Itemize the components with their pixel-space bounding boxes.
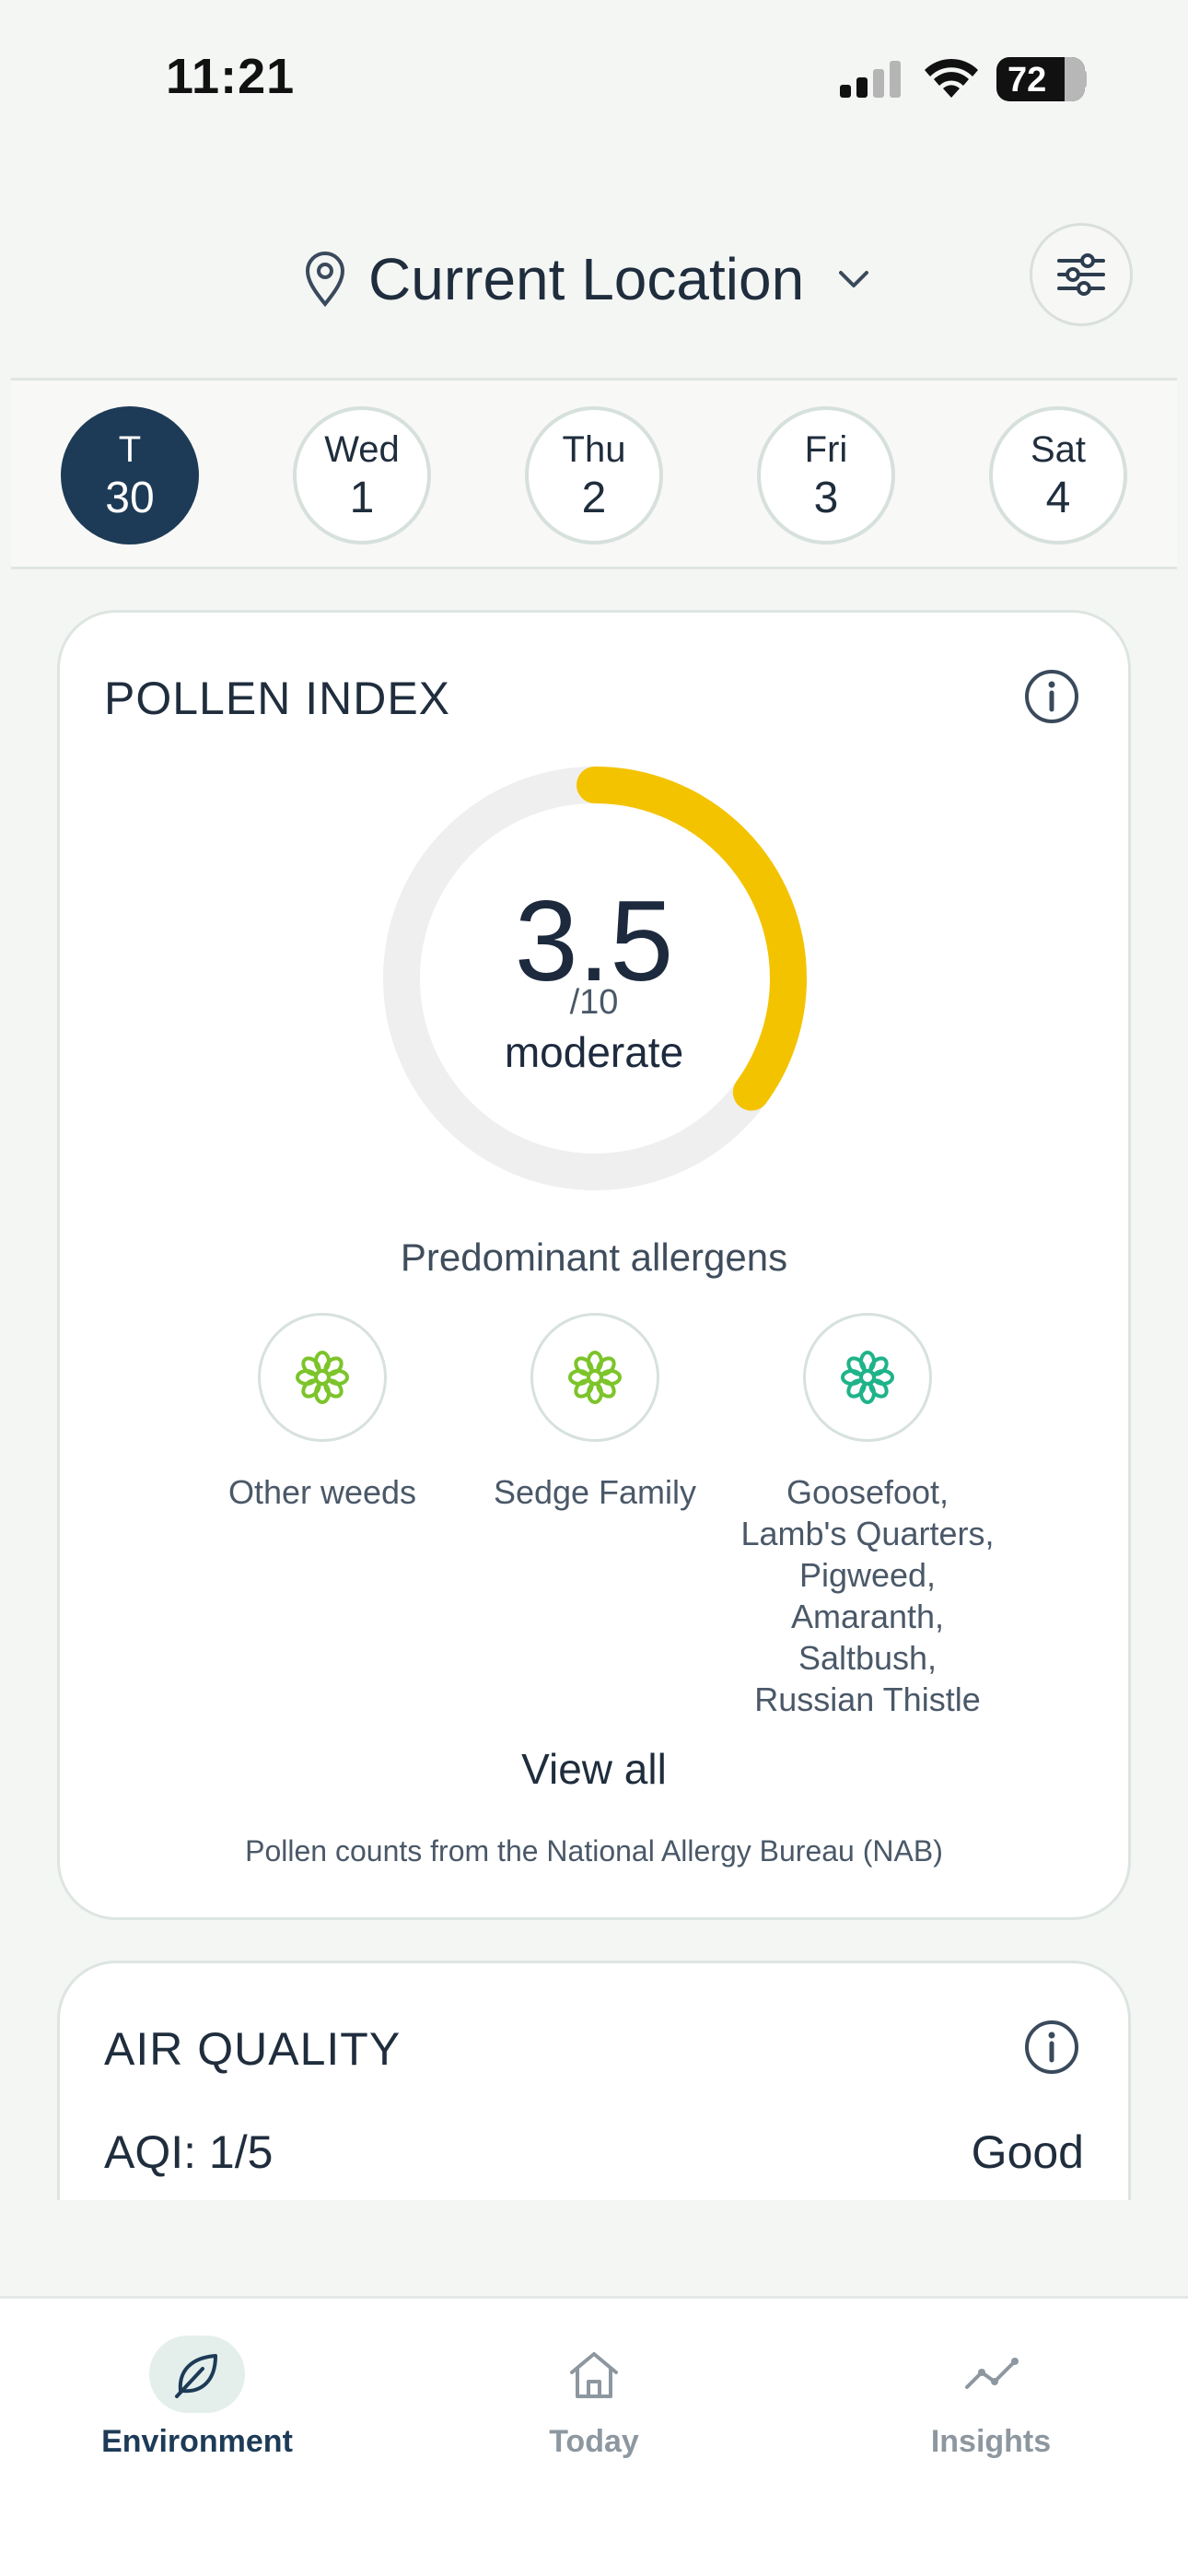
day-number: 1 bbox=[349, 474, 375, 522]
location-label: Current Location bbox=[368, 246, 805, 312]
location-pin-icon bbox=[305, 252, 345, 308]
day-tab-fri[interactable]: Fri 3 bbox=[757, 406, 895, 544]
nav-icon-wrap bbox=[546, 2336, 642, 2413]
status-bar: 11:21 72 bbox=[0, 0, 1188, 157]
flower-icon bbox=[296, 1351, 349, 1404]
location-header: Current Location bbox=[0, 217, 1188, 337]
day-selector: T 30 Wed 1 Thu 2 Fri 3 Sat 4 bbox=[11, 378, 1177, 569]
nav-tab-insights[interactable]: Insights bbox=[853, 2336, 1129, 2460]
nav-tab-today[interactable]: Today bbox=[456, 2336, 732, 2460]
allergen-icon-badge bbox=[258, 1313, 387, 1442]
flower-center bbox=[859, 1369, 876, 1386]
location-selector[interactable]: Current Location bbox=[304, 245, 872, 313]
wifi-icon bbox=[925, 58, 978, 98]
app-screen: 11:21 72 Current Location T 30 Wed 1 Thu… bbox=[0, 0, 1188, 2576]
leaf-icon bbox=[175, 2354, 217, 2398]
aqi-status: Good bbox=[971, 2126, 1084, 2178]
nav-icon-wrap bbox=[943, 2336, 1039, 2413]
flower-center bbox=[587, 1369, 603, 1386]
day-tab-wed[interactable]: Wed 1 bbox=[293, 406, 431, 544]
day-number: 2 bbox=[581, 474, 607, 522]
pollen-source-note: Pollen counts from the National Allergy … bbox=[245, 1834, 943, 1868]
day-number: 3 bbox=[813, 474, 839, 522]
battery-nub bbox=[1079, 70, 1087, 88]
allergen-icon-badge bbox=[530, 1313, 659, 1442]
day-number: 4 bbox=[1045, 474, 1071, 522]
info-icon[interactable] bbox=[1023, 2019, 1080, 2076]
nav-icon-wrap bbox=[149, 2336, 245, 2413]
pollen-level: moderate bbox=[504, 1028, 684, 1076]
allergen-label: Other weeds bbox=[227, 1473, 417, 1511]
chevron-down-icon bbox=[839, 271, 869, 287]
filter-sliders-icon bbox=[1057, 253, 1105, 296]
flower-center bbox=[314, 1369, 331, 1386]
air-quality-card[interactable]: AIR QUALITY AQI: 1/5 Good bbox=[57, 1961, 1131, 2200]
allergen-icon-badge bbox=[803, 1313, 932, 1442]
day-number: 30 bbox=[105, 474, 155, 522]
air-quality-title: AIR QUALITY bbox=[104, 2023, 402, 2075]
aqi-value: AQI: 1/5 bbox=[104, 2126, 274, 2178]
allergen-label: Sedge Family bbox=[493, 1473, 697, 1511]
info-icon[interactable] bbox=[1023, 668, 1080, 725]
day-name: Wed bbox=[324, 429, 400, 470]
day-name: Sat bbox=[1030, 429, 1087, 470]
pollen-index-card: POLLEN INDEX 3.5 /10 moderate Predominan… bbox=[57, 610, 1131, 1920]
day-name: T bbox=[118, 429, 142, 470]
flower-icon bbox=[568, 1351, 622, 1404]
pollen-scale: /10 bbox=[569, 983, 619, 1022]
allergen-item[interactable]: Other weeds bbox=[189, 1313, 456, 1513]
battery-level: 72 bbox=[1007, 61, 1047, 100]
filter-button[interactable] bbox=[1030, 223, 1133, 326]
flower-icon bbox=[841, 1351, 894, 1404]
trend-line-icon bbox=[965, 2358, 1019, 2389]
nav-tab-environment[interactable]: Environment bbox=[59, 2336, 335, 2460]
nav-label: Today bbox=[549, 2424, 639, 2459]
day-name: Thu bbox=[562, 429, 626, 470]
day-tab-thu[interactable]: Thu 2 bbox=[525, 406, 663, 544]
day-tab-sat[interactable]: Sat 4 bbox=[989, 406, 1127, 544]
home-icon bbox=[570, 2352, 618, 2398]
allergen-item[interactable]: Sedge Family bbox=[461, 1313, 728, 1513]
cellular-signal-icon bbox=[840, 61, 901, 98]
battery-icon: 72 bbox=[996, 57, 1085, 101]
allergens-heading: Predominant allergens bbox=[400, 1235, 788, 1279]
day-name: Fri bbox=[804, 429, 848, 470]
bottom-nav: Environment Today Insights bbox=[0, 2296, 1188, 2576]
allergen-item[interactable]: Goosefoot, Lamb's Quarters, Pigweed, Ama… bbox=[734, 1313, 1001, 1720]
day-tab-today[interactable]: T 30 bbox=[61, 406, 199, 544]
status-time: 11:21 bbox=[166, 49, 296, 104]
nav-label: Insights bbox=[930, 2424, 1052, 2459]
allergen-label: Goosefoot, Lamb's Quarters, Pigweed, Ama… bbox=[740, 1473, 995, 1718]
view-all-button[interactable]: View all bbox=[60, 1744, 1128, 1794]
nav-label: Environment bbox=[101, 2424, 293, 2459]
pollen-index-title: POLLEN INDEX bbox=[104, 673, 451, 724]
